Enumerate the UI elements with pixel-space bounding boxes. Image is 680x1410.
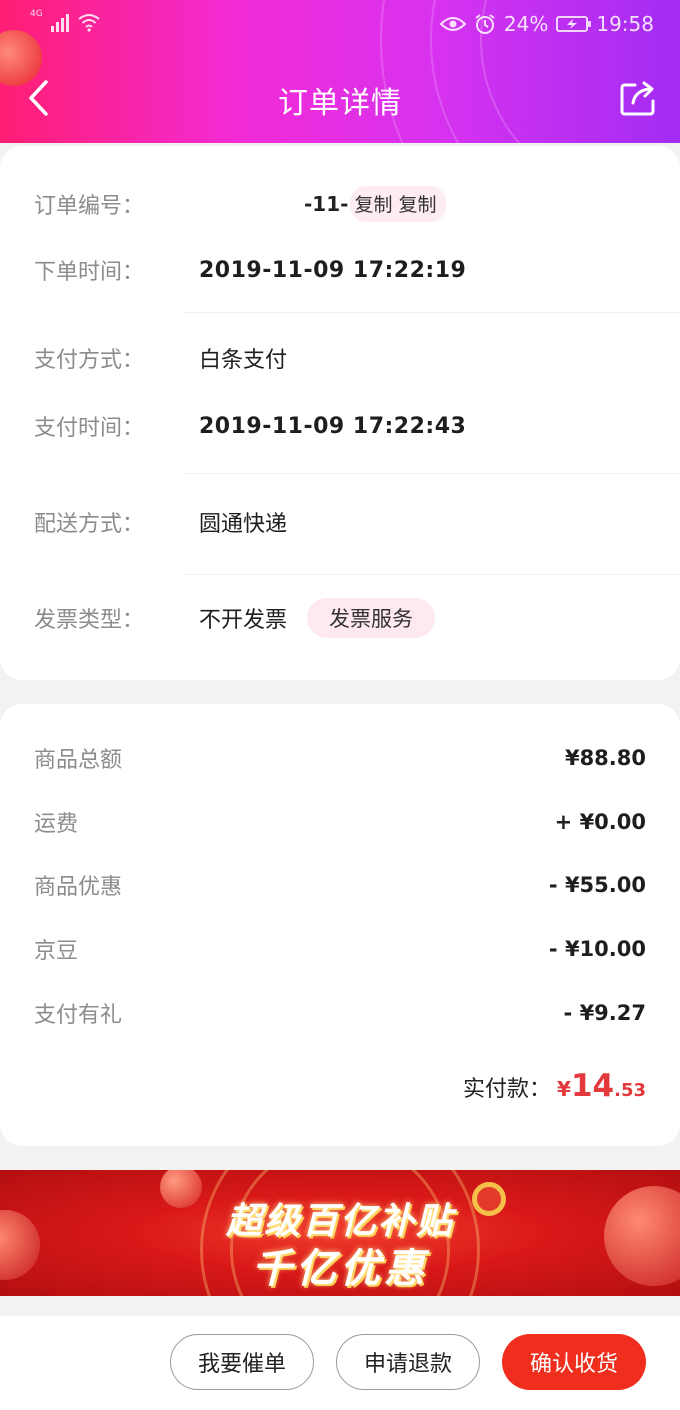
paid-total: 实付款： ¥ 14 .53 [463, 1068, 646, 1118]
signal-icon [50, 12, 69, 32]
payment-method-label: 支付方式： [34, 348, 145, 373]
eye-icon [439, 17, 466, 31]
divider [184, 312, 680, 313]
amount-row: 支付有礼 - ¥9.27 [34, 991, 646, 1035]
amount-label: 京豆 [34, 939, 79, 964]
order-time-label: 下单时间： [34, 260, 145, 285]
paid-label: 实付款： [463, 1077, 552, 1102]
urge-order-button[interactable]: 我要催单 [170, 1334, 314, 1390]
payment-method-value: 白条支付 [199, 348, 288, 373]
share-button[interactable] [616, 74, 662, 120]
delivery-value: 圆通快递 [199, 512, 288, 537]
paid-amount-decimal: .53 [614, 1080, 646, 1101]
clock-time: 19:58 [596, 12, 654, 36]
banner-subheadline: 千亿优惠 [252, 1245, 428, 1292]
payment-time-value: 2019-11-09 17:22:43 [199, 413, 467, 439]
payment-method-row: 支付方式： 白条支付 [34, 336, 646, 380]
amount-label: 支付有礼 [34, 1003, 123, 1028]
amount-value: + ¥0.00 [554, 810, 646, 834]
amount-value: - ¥9.27 [563, 1001, 646, 1025]
status-right: 24% 19:58 [439, 12, 654, 36]
wifi-icon [78, 14, 100, 32]
order-info-card: 订单编号： -11- 复制 复制 下单时间： 2019-11-09 17:22:… [0, 146, 680, 680]
invoice-label: 发票类型： [34, 608, 145, 633]
order-number-label: 订单编号： [34, 194, 145, 219]
network-type: 4G [30, 9, 43, 19]
order-number-row: 订单编号： -11- 复制 复制 [34, 182, 646, 226]
amount-value: - ¥55.00 [548, 873, 646, 897]
invoice-service-button[interactable]: 发票服务 [307, 598, 436, 638]
amount-row: 运费 + ¥0.00 [34, 800, 646, 844]
invoice-row: 发票类型： 不开发票 发票服务 [34, 596, 646, 640]
alarm-icon [475, 14, 495, 34]
amount-value: ¥88.80 [564, 746, 646, 770]
invoice-value: 不开发票 [199, 608, 288, 633]
order-number-value: -11- [304, 192, 349, 216]
amount-row: 京豆 - ¥10.00 [34, 927, 646, 971]
status-left: 4G [30, 9, 101, 32]
divider [184, 574, 680, 575]
amount-card: 商品总额 ¥88.80 运费 + ¥0.00 商品优惠 - ¥55.00 京豆 … [0, 704, 680, 1146]
confirm-receipt-button[interactable]: 确认收货 [502, 1334, 646, 1390]
paid-currency: ¥ [557, 1077, 571, 1101]
amount-label: 运费 [34, 812, 79, 837]
paid-amount-integer: 14 [570, 1068, 615, 1104]
amount-label: 商品总额 [34, 748, 123, 773]
payment-time-row: 支付时间： 2019-11-09 17:22:43 [34, 404, 646, 448]
amount-row: 商品优惠 - ¥55.00 [34, 863, 646, 907]
request-refund-button[interactable]: 申请退款 [336, 1334, 480, 1390]
page-title: 订单详情 [278, 86, 402, 121]
payment-time-label: 支付时间： [34, 416, 145, 441]
order-time-value: 2019-11-09 17:22:19 [199, 257, 467, 283]
promo-banner[interactable]: 超级百亿补贴 千亿优惠 [0, 1170, 680, 1296]
amount-value: - ¥10.00 [548, 937, 646, 961]
amount-label: 商品优惠 [34, 875, 123, 900]
delivery-row: 配送方式： 圆通快递 [34, 500, 646, 544]
share-icon [620, 81, 655, 116]
copy-button[interactable]: 复制 复制 [350, 186, 447, 222]
amount-row: 商品总额 ¥88.80 [34, 736, 646, 780]
order-time-row: 下单时间： 2019-11-09 17:22:19 [34, 248, 646, 292]
bottom-action-bar: 我要催单 申请退款 确认收货 [0, 1316, 680, 1410]
divider [184, 473, 680, 474]
header: 4G 24% 19:58 订单详情 [0, 0, 680, 143]
status-bar: 4G 24% 19:58 [0, 0, 680, 52]
battery-icon [556, 16, 592, 32]
battery-percent: 24% [503, 12, 549, 36]
delivery-label: 配送方式： [34, 512, 145, 537]
